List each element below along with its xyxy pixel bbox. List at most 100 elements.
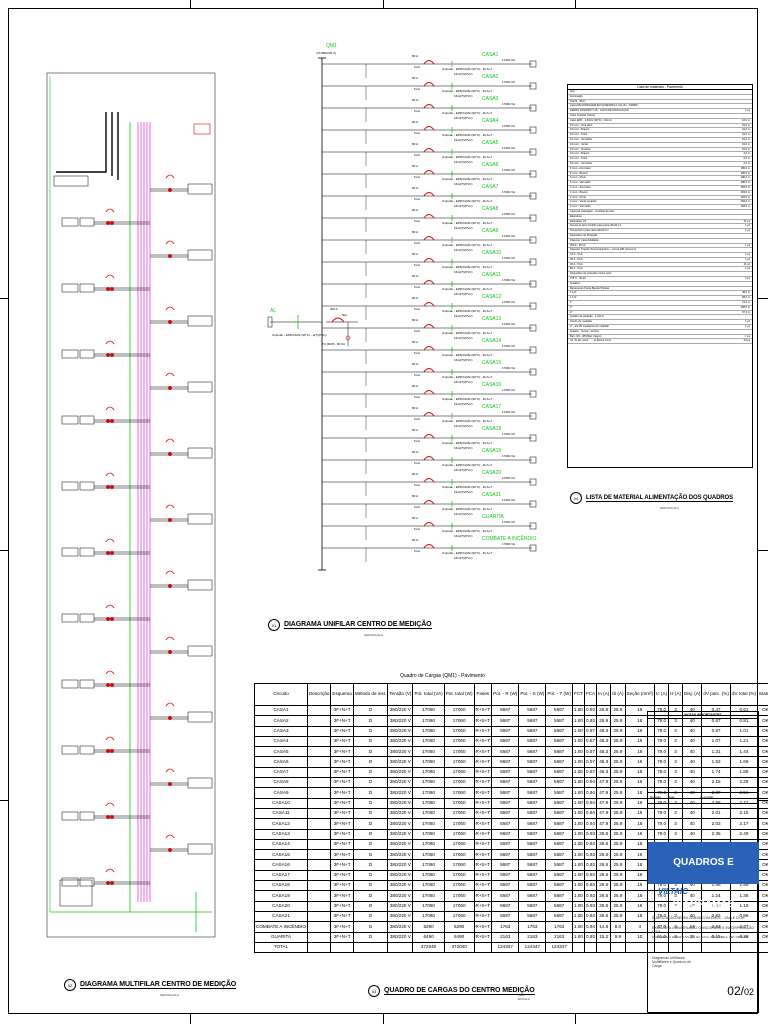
material-qty: 21,0 m: [742, 301, 750, 305]
unit-breaker: [110, 815, 114, 819]
unit-breaker-arc: [105, 736, 115, 741]
table-cell: [306, 869, 332, 882]
breaker-kva: 5 kA: [414, 395, 420, 399]
material-desc: FERRO FUNDIDO T-15 - CAIXA DE INSTALAÇÃO: [570, 109, 629, 113]
breaker-kva: 5 kA: [414, 373, 420, 377]
table-cell: GUARITA: [254, 931, 308, 943]
title-block: NOTAS IMPORTANTES Revisão Data Descrição…: [647, 711, 759, 1013]
material-qty: 24 pç: [743, 339, 750, 343]
feeder-cable: Unipolar - EPR/XLPE (90°C) - R+S+T: [442, 67, 492, 71]
material-desc: 80 A - 5 kA: [570, 267, 583, 271]
feeder-cable: Unipolar - EPR/XLPE (90°C) - R+S+T: [442, 529, 492, 533]
table-cell: [306, 735, 332, 748]
material-qty: 1 pç: [745, 334, 750, 338]
table-cell: 26.6: [596, 880, 612, 892]
meter-box: [187, 249, 213, 261]
table-cell: 5687: [491, 766, 520, 779]
unit-breaker-arc: [105, 604, 115, 609]
feeder-cable: Unipolar - EPR/XLPE (90°C) - R+S+T: [442, 287, 492, 291]
breaker-kva: 5 kA: [414, 175, 420, 179]
unit-breaker-arc: [105, 868, 115, 873]
meter-box: [61, 349, 79, 359]
table-cell: R+S+T: [473, 725, 493, 737]
unifilar-circuit: 80 A 5 kA Unipolar - EPR/XLPE (90°C) - R+S…: [322, 338, 537, 364]
table-cell: 26.6: [596, 849, 612, 861]
table-cell: 1763: [545, 921, 573, 933]
meter-box: [61, 679, 79, 689]
table-cell: 17060: [412, 735, 445, 748]
table-cell: 0.94: [583, 807, 598, 820]
table-cell: 380/220 V: [387, 849, 414, 861]
table-cell: 17060: [443, 890, 475, 902]
material-qty: 58,0 m: [742, 296, 750, 300]
table-cell: 1.00: [571, 777, 585, 789]
table-cell: 5687: [491, 715, 520, 727]
material-desc: 1 1/4": [570, 296, 577, 300]
table-cell: [306, 797, 332, 809]
table-cell: CASA3: [254, 725, 308, 737]
table-header-cell: Fases: [473, 683, 493, 706]
main-breaker-kva: 5kA: [342, 313, 347, 317]
material-desc: Tampa ferro para caixa 40x40 cm: [570, 229, 609, 233]
table-cell: 5687: [545, 715, 573, 727]
table-cell: 45.3: [596, 756, 612, 768]
table-cell: CASA15: [254, 849, 308, 861]
table-cell: 3F+N+T: [330, 828, 354, 840]
table-cell: 0.94: [583, 777, 598, 789]
table-cell: 1.00: [571, 725, 585, 737]
unifilar-circuit: 80 A 5 kA Unipolar - EPR/XLPE (90°C) - R+S…: [322, 74, 537, 100]
table-cell: 2163: [518, 931, 547, 943]
title-number-badge: 04: [570, 492, 582, 504]
table-cell: 5687: [491, 849, 520, 861]
table-cell: 26.6: [596, 838, 612, 851]
table-cell: 380/220 V: [387, 921, 414, 933]
material-desc: Disjuntor Caixa Moldada: [570, 238, 599, 242]
feeder-sub: 16x4(T)(PVC): [454, 512, 473, 516]
table-cell: 5687: [518, 715, 547, 727]
table-cell: D: [352, 746, 389, 758]
table-cell: 25.9: [610, 869, 626, 882]
material-desc: Tampa de ferro fundido para caixa 40x40 …: [570, 224, 622, 228]
main-breaker-label: 300 A: [330, 307, 338, 311]
meter-box: [187, 579, 213, 591]
breaker-kva: 5 kA: [414, 109, 420, 113]
circuit-name: CASA5: [482, 140, 499, 146]
breaker-rating: 80 A: [412, 538, 418, 542]
table-header-cell: Método de inst.: [352, 683, 389, 706]
table-cell: 372040: [443, 941, 475, 954]
table-cell: OK: [756, 838, 768, 851]
material-qty: 2,0 m: [743, 152, 751, 156]
material-qty: 91,0 m: [742, 147, 750, 151]
unit-breaker-arc: [165, 240, 175, 245]
unit-breaker-arc: [105, 406, 115, 411]
breaker-rating: 80 A: [412, 384, 418, 388]
table-cell: [306, 807, 332, 820]
table-header-cell: Iz (A): [668, 683, 684, 706]
table-cell: CASA17: [254, 869, 308, 882]
title-number-badge: 03: [368, 985, 380, 997]
unit-breaker: [168, 650, 172, 654]
material-qty: 1 pç: [745, 224, 750, 228]
table-cell: 3F+N+T: [330, 807, 354, 820]
table-cell: OK: [756, 797, 768, 809]
table-cell: OK: [756, 921, 768, 933]
feeder-cable: Unipolar - EPR/XLPE (90°C) - R+S+T: [442, 89, 492, 93]
circuit-name: CASA1: [482, 52, 499, 58]
table-cell: [306, 838, 332, 851]
table-cell: 26.6: [596, 869, 612, 882]
table-cell: R+S+T: [473, 828, 493, 840]
grid-tick: [383, 1014, 384, 1024]
table-cell: 25.9: [610, 704, 626, 717]
meter-box: [61, 283, 79, 293]
table-cell: 0.93: [583, 704, 598, 717]
table-cell: 3F+N+T: [330, 735, 354, 748]
circuit-name: COMBATE A INCÊNDIO: [482, 534, 536, 542]
unifilar-circuit: 80 A 5 kA Unipolar - EPR/XLPE (90°C) - R+S…: [322, 382, 537, 408]
feeder-sub: 16x4(T)(PVC): [454, 292, 473, 296]
table-cell: OK: [756, 777, 768, 789]
circuit-rating: 17060 VA: [502, 366, 515, 370]
unit-breaker: [106, 485, 110, 489]
table-cell: 5687: [491, 735, 520, 748]
unit-breaker: [106, 617, 110, 621]
table-cell: 26.6: [596, 890, 612, 902]
